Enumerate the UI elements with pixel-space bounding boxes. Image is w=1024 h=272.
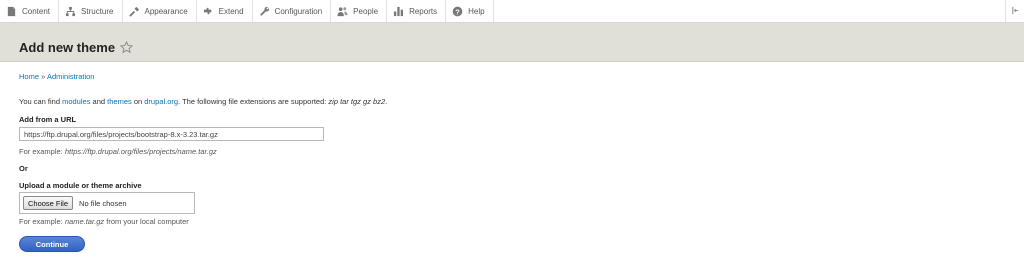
- toolbar-item-label: Appearance: [144, 6, 188, 16]
- intro-and: and: [90, 97, 108, 106]
- themes-link[interactable]: themes: [107, 97, 132, 106]
- supported-extensions: zip tar tgz gz bz2: [328, 97, 386, 106]
- url-example-prefix: For example:: [19, 147, 65, 156]
- upload-example-suffix: from your local computer: [104, 217, 189, 226]
- admin-toolbar: Content Structure Appearance Extend Conf…: [0, 0, 1024, 23]
- upload-example-prefix: For example:: [19, 217, 65, 226]
- intro-text: You can find modules and themes on drupa…: [19, 97, 387, 106]
- configuration-icon: [259, 6, 270, 17]
- toolbar-item-help[interactable]: ? Help: [446, 0, 494, 22]
- url-example: https://ftp.drupal.org/files/projects/na…: [64, 147, 217, 156]
- toolbar-orientation-toggle[interactable]: [1005, 0, 1024, 22]
- upload-example: name.tar.gz: [64, 217, 105, 226]
- help-icon: ?: [452, 6, 463, 17]
- continue-button[interactable]: Continue: [19, 236, 85, 252]
- people-icon: [337, 6, 348, 17]
- appearance-icon: [128, 6, 140, 17]
- upload-field-description: For example: name.tar.gz from your local…: [19, 217, 189, 226]
- page-title: Add new theme: [19, 40, 134, 55]
- or-label: Or: [19, 164, 28, 173]
- breadcrumb-home-link[interactable]: Home: [19, 72, 39, 81]
- toolbar-item-label: Extend: [218, 6, 244, 16]
- page-header: Add new theme: [0, 23, 1024, 62]
- toolbar-item-label: Reports: [409, 6, 438, 16]
- drupal-org-link[interactable]: drupal.org: [144, 97, 178, 106]
- project-url-input[interactable]: [19, 127, 324, 141]
- toolbar-item-structure[interactable]: Structure: [59, 0, 123, 22]
- intro-prefix: You can find: [19, 97, 63, 106]
- structure-icon: [65, 6, 76, 17]
- modules-link[interactable]: modules: [62, 97, 90, 106]
- breadcrumb-administration-link[interactable]: Administration: [47, 72, 95, 81]
- intro-on: on: [131, 97, 145, 106]
- upload-field-label: Upload a module or theme archive: [19, 181, 142, 190]
- intro-suffix: . The following file extensions are supp…: [178, 97, 329, 106]
- url-field-description: For example: https://ftp.drupal.org/file…: [19, 147, 217, 156]
- page-title-text: Add new theme: [19, 40, 116, 55]
- no-file-chosen-text: No file chosen: [79, 198, 127, 208]
- orientation-toggle-icon: [1011, 6, 1020, 17]
- toolbar-item-label: Help: [468, 6, 485, 16]
- breadcrumb-separator: »: [39, 72, 47, 81]
- reports-icon: [393, 6, 404, 17]
- content-icon: [6, 6, 17, 17]
- url-field-label: Add from a URL: [19, 115, 77, 124]
- intro-end: .: [385, 97, 388, 106]
- svg-text:?: ?: [455, 7, 460, 16]
- toolbar-item-label: Configuration: [274, 6, 323, 16]
- breadcrumb: Home » Administration: [19, 72, 94, 81]
- toolbar-item-content[interactable]: Content: [0, 0, 60, 22]
- toolbar-item-extend[interactable]: Extend: [197, 0, 253, 22]
- toolbar-item-label: Structure: [81, 6, 114, 16]
- extend-icon: [203, 6, 214, 17]
- toolbar-item-configuration[interactable]: Configuration: [253, 0, 332, 22]
- toolbar-item-reports[interactable]: Reports: [387, 0, 447, 22]
- toolbar-item-appearance[interactable]: Appearance: [123, 0, 197, 22]
- archive-upload-field[interactable]: Choose File No file chosen: [19, 192, 195, 214]
- toolbar-item-label: People: [353, 6, 379, 16]
- toolbar-item-label: Content: [22, 6, 51, 16]
- choose-file-button[interactable]: Choose File: [23, 196, 74, 210]
- star-icon[interactable]: [120, 41, 134, 54]
- toolbar-item-people[interactable]: People: [331, 0, 388, 22]
